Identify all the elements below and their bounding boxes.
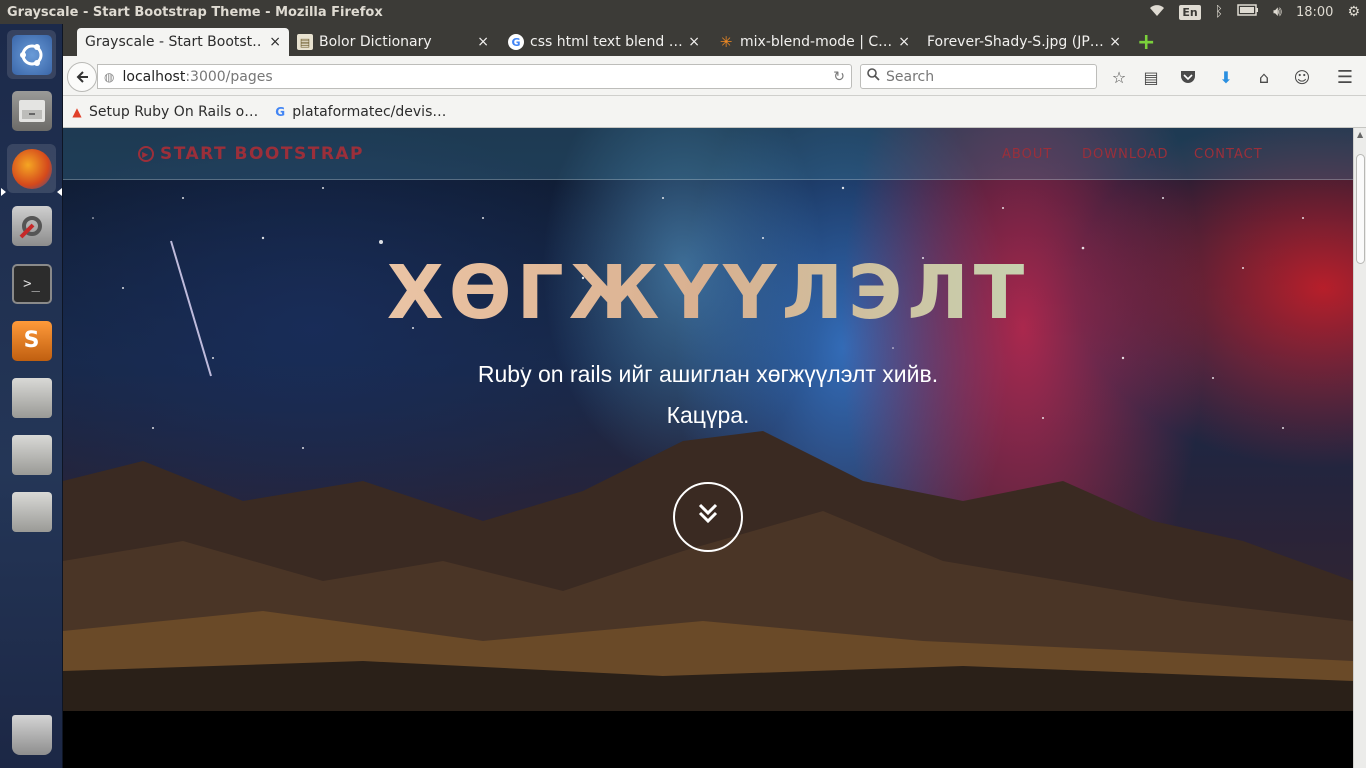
tab-mix-blend-mode[interactable]: ✳ mix-blend-mode | C… ×	[710, 28, 918, 56]
vertical-scrollbar[interactable]: ▲	[1353, 128, 1366, 768]
hero-subtitle-line-1: Ruby on rails ийг ашиглан хөгжүүлэлт хий…	[477, 361, 939, 387]
launcher-files-button[interactable]	[7, 86, 56, 135]
globe-icon: ◍	[104, 69, 115, 84]
play-circle-icon: ▶	[138, 146, 154, 162]
tab-close-icon[interactable]: ×	[477, 34, 489, 50]
tab-title: Bolor Dictionary	[319, 34, 432, 50]
sublime-text-icon: S	[11, 320, 52, 361]
hero-headline: ХӨГЖҮҮЛЭЛТ	[63, 250, 1353, 336]
url-path: :3000/pages	[185, 68, 273, 85]
codepen-star-icon: ✳	[719, 33, 733, 51]
keyboard-layout-indicator[interactable]: En	[1179, 4, 1201, 20]
launcher-dash-button[interactable]	[7, 30, 56, 79]
tab-bolor-dictionary[interactable]: ▤ Bolor Dictionary ×	[289, 28, 497, 56]
battery-icon[interactable]	[1237, 4, 1259, 20]
tab-close-icon[interactable]: ×	[898, 34, 910, 50]
scroll-down-button[interactable]	[673, 482, 743, 552]
launcher-firefox-button[interactable]	[7, 144, 56, 193]
page-viewport: ▶ START BOOTSTRAP ABOUT DOWNLOAD CONTACT…	[63, 128, 1353, 768]
firefox-icon	[11, 148, 52, 189]
tab-forever-shady-image[interactable]: Forever-Shady-S.jpg (JP… ×	[919, 28, 1129, 56]
launcher-settings-button[interactable]	[7, 201, 56, 250]
tab-google-search[interactable]: G css html text blend … ×	[500, 28, 708, 56]
reading-list-icon[interactable]: ▤	[1140, 66, 1162, 88]
indicator-area: En ᛒ 🔊︎ 18:00 ⚙	[1149, 0, 1360, 24]
launcher-drive-1-button[interactable]	[7, 373, 56, 422]
reload-icon[interactable]: ↻	[833, 69, 845, 85]
brand-text: START BOOTSTRAP	[160, 144, 365, 164]
tab-title: Grayscale - Start Bootst…	[85, 34, 264, 50]
wrench-settings-icon	[11, 205, 52, 246]
launcher: >_ S	[0, 24, 63, 768]
tab-title: css html text blend …	[530, 34, 683, 50]
google-icon: G	[275, 104, 286, 119]
google-icon: G	[508, 34, 524, 50]
bookmark-star-icon[interactable]: ☆	[1108, 66, 1130, 88]
drive-icon	[11, 491, 52, 532]
tab-title: mix-blend-mode | C…	[740, 34, 893, 50]
mountain-silhouette	[63, 431, 1353, 711]
launcher-sublime-button[interactable]: S	[7, 316, 56, 365]
top-panel: Grayscale - Start Bootstrap Theme - Mozi…	[0, 0, 1366, 24]
hero-subtitle-line-2: Кацүра.	[666, 402, 750, 428]
bookmark-label: plataformatec/devis…	[292, 103, 447, 120]
system-gear-icon[interactable]: ⚙	[1347, 4, 1360, 20]
drive-icon	[11, 434, 52, 475]
clock[interactable]: 18:00	[1296, 5, 1333, 20]
url-host: localhost	[122, 68, 186, 85]
hero-section: ▶ START BOOTSTRAP ABOUT DOWNLOAD CONTACT…	[63, 128, 1353, 711]
tab-close-icon[interactable]: ×	[688, 34, 700, 50]
tab-grayscale[interactable]: Grayscale - Start Bootst… ×	[77, 28, 289, 56]
trash-icon	[11, 714, 52, 755]
launcher-terminal-button[interactable]: >_	[7, 259, 56, 308]
wifi-icon[interactable]	[1149, 3, 1165, 21]
browser-chrome: Grayscale - Start Bootst… × ▤ Bolor Dict…	[63, 24, 1366, 128]
bookmark-ruby-on-rails[interactable]: ▲ Setup Ruby On Rails o…	[69, 104, 258, 120]
launcher-drive-2-button[interactable]	[7, 430, 56, 479]
search-icon	[867, 68, 880, 85]
focused-indicator	[57, 188, 62, 196]
ubuntu-logo-icon	[11, 34, 52, 75]
launcher-drive-3-button[interactable]	[7, 487, 56, 536]
search-input[interactable]: Search	[860, 64, 1097, 89]
bookmark-devise[interactable]: G plataformatec/devis…	[272, 104, 446, 120]
tab-close-icon[interactable]: ×	[1109, 34, 1121, 50]
pocket-icon[interactable]	[1177, 66, 1199, 88]
double-chevron-down-icon	[694, 499, 722, 535]
url-bar[interactable]: ◍ localhost :3000/pages ↻	[97, 64, 852, 89]
nav-download-link[interactable]: DOWNLOAD	[1082, 147, 1169, 162]
file-cabinet-icon	[11, 90, 52, 131]
back-arrow-icon[interactable]	[67, 62, 97, 92]
home-icon[interactable]: ⌂	[1253, 66, 1275, 88]
new-tab-plus-icon[interactable]: +	[1137, 30, 1155, 55]
chat-icon[interactable]: ☺	[1291, 66, 1313, 88]
tab-close-icon[interactable]: ×	[269, 34, 281, 50]
nav-about-link[interactable]: ABOUT	[1002, 147, 1052, 162]
volume-icon[interactable]: 🔊︎	[1273, 4, 1282, 20]
terminal-icon: >_	[11, 263, 52, 304]
bookmark-label: Setup Ruby On Rails o…	[89, 103, 259, 120]
scroll-up-arrow-icon[interactable]: ▲	[1357, 130, 1363, 139]
scrollbar-thumb[interactable]	[1356, 154, 1365, 264]
running-indicator	[1, 188, 6, 196]
nav-contact-link[interactable]: CONTACT	[1194, 147, 1263, 162]
launcher-trash-button[interactable]	[7, 710, 56, 759]
download-arrow-icon[interactable]: ⬇	[1215, 66, 1237, 88]
site-brand-link[interactable]: ▶ START BOOTSTRAP	[138, 144, 364, 164]
next-section	[63, 711, 1353, 768]
search-placeholder: Search	[886, 68, 935, 85]
warning-triangle-icon: ▲	[72, 104, 82, 119]
window-title: Grayscale - Start Bootstrap Theme - Mozi…	[7, 4, 383, 20]
bookmarks-toolbar: ▲ Setup Ruby On Rails o… G plataformatec…	[63, 96, 1366, 128]
navigation-bar: ◍ localhost :3000/pages ↻ Search ☆ ▤ ⬇ ⌂…	[63, 56, 1366, 96]
site-navbar: ▶ START BOOTSTRAP ABOUT DOWNLOAD CONTACT	[63, 128, 1353, 180]
tab-bar: Grayscale - Start Bootst… × ▤ Bolor Dict…	[63, 24, 1366, 56]
drive-icon	[11, 377, 52, 418]
hero-subtitle: Ruby on rails ийг ашиглан хөгжүүлэлт хий…	[63, 354, 1353, 436]
tab-title: Forever-Shady-S.jpg (JP…	[927, 34, 1104, 50]
hamburger-menu-icon[interactable]: ☰	[1334, 66, 1356, 88]
book-icon: ▤	[297, 34, 313, 50]
bluetooth-icon[interactable]: ᛒ	[1215, 4, 1223, 20]
